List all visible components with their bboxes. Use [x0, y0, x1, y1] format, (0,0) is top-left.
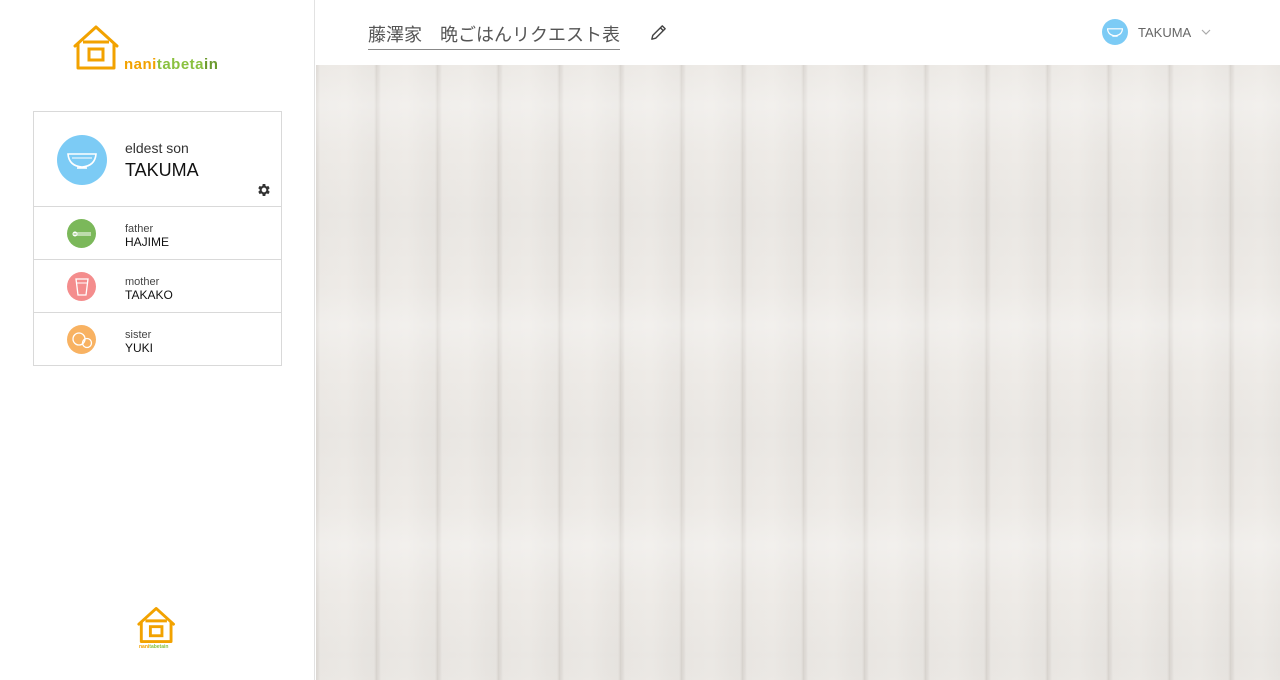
request-board-area — [316, 65, 1280, 680]
logo-wordmark: nanitabetain — [124, 56, 218, 73]
user-menu[interactable]: TAKUMA — [1102, 19, 1211, 45]
current-member-name: TAKUMA — [125, 160, 199, 180]
current-member-role: eldest son — [125, 140, 189, 156]
user-avatar — [1102, 19, 1128, 45]
current-member-avatar — [57, 135, 107, 185]
sidebar: nanitabetain eldest son TAKUMA father HA… — [0, 0, 315, 680]
gear-icon[interactable] — [256, 182, 272, 198]
logo-text-nani: nani — [124, 56, 157, 73]
house-logo-icon — [73, 25, 119, 70]
family-member-list: eldest son TAKUMA father HAJIME mother T… — [33, 111, 282, 366]
current-member-card: eldest son TAKUMA — [34, 112, 281, 207]
member-role: mother — [125, 276, 160, 288]
app-window: nanitabetain eldest son TAKUMA father HA… — [0, 0, 1280, 680]
top-header: 藤澤家 晩ごはんリクエスト表 TAKUMA — [316, 0, 1280, 65]
app-logo[interactable]: nanitabetain — [72, 24, 247, 76]
footer-logo: nanitabetain — [136, 606, 178, 652]
member-item-sister[interactable]: sister YUKI — [34, 313, 281, 365]
member-item-mother[interactable]: mother TAKAKO — [34, 260, 281, 313]
footer-logo-wordmark: nanitabetain — [139, 644, 168, 650]
member-item-father[interactable]: father HAJIME — [34, 207, 281, 260]
wood-texture — [316, 65, 1280, 680]
member-avatar-sister — [67, 325, 96, 354]
member-avatar-father — [67, 219, 96, 248]
member-name: TAKAKO — [125, 288, 173, 302]
page-title: 藤澤家 晩ごはんリクエスト表 — [368, 21, 620, 50]
logo-text-tabeta: tabeta — [156, 56, 205, 73]
pencil-icon[interactable] — [649, 23, 668, 42]
logo-text-in: in — [204, 56, 219, 73]
footer-logo-text-nani: nani — [139, 644, 150, 650]
user-name: TAKUMA — [1138, 24, 1192, 40]
chevron-down-icon — [1201, 29, 1211, 35]
bowl-icon — [1107, 28, 1123, 37]
footer-logo-text-in: in — [164, 644, 169, 650]
cup-icon — [74, 277, 89, 296]
chopsticks-icon — [72, 231, 91, 236]
member-role: father — [125, 223, 154, 235]
house-logo-icon — [137, 607, 175, 643]
bubbles-icon — [71, 331, 92, 348]
bowl-icon — [67, 153, 97, 169]
member-name: YUKI — [125, 341, 154, 355]
member-name: HAJIME — [125, 235, 170, 249]
member-avatar-mother — [67, 272, 96, 301]
footer-logo-text-tabeta: tabeta — [149, 644, 165, 650]
member-role: sister — [125, 329, 152, 341]
